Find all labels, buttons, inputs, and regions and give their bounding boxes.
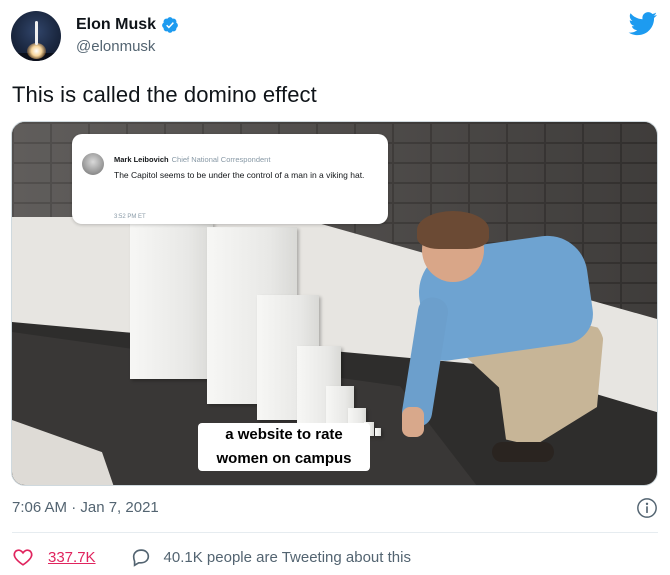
people-talking-link[interactable]: 40.1K people are Tweeting about this [164,549,411,566]
tweet-timestamp[interactable]: 7:06 AM · Jan 7, 2021 [12,499,159,516]
like-count[interactable]: 337.7K [48,549,96,566]
author-name-row: Elon Musk [76,16,179,34]
quote-author-title: Chief National Correspondent [171,155,271,164]
meme-caption: a website to rate women on campus [198,423,370,471]
embedded-quote-card: Mark Leibovich Chief National Corresponde… [72,134,388,224]
speech-bubble-icon[interactable] [130,546,152,568]
quote-header: Mark Leibovich Chief National Corresponde… [114,155,270,164]
author-handle[interactable]: @elonmusk [76,38,155,55]
tweet-media-image[interactable]: Mark Leibovich Chief National Corresponde… [11,121,658,486]
author-display-name[interactable]: Elon Musk [76,16,156,34]
tweet-text: This is called the domino effect [12,82,317,107]
domino-block [130,222,213,379]
heart-icon[interactable] [12,546,34,568]
verified-badge-icon [162,17,178,33]
quote-time: 3:52 PM ET [114,214,146,220]
info-icon[interactable] [636,497,658,519]
engagement-bar: 337.7K 40.1K people are Tweeting about t… [12,546,411,568]
twitter-bird-icon[interactable] [628,12,658,36]
divider [12,532,658,533]
tweet-card: Elon Musk @elonmusk This is called the d… [0,0,670,575]
quote-avatar [82,153,104,175]
quote-author-name: Mark Leibovich [114,155,169,164]
author-avatar[interactable] [11,11,61,61]
quote-body: The Capitol seems to be under the contro… [114,170,365,180]
domino-block [375,428,381,436]
